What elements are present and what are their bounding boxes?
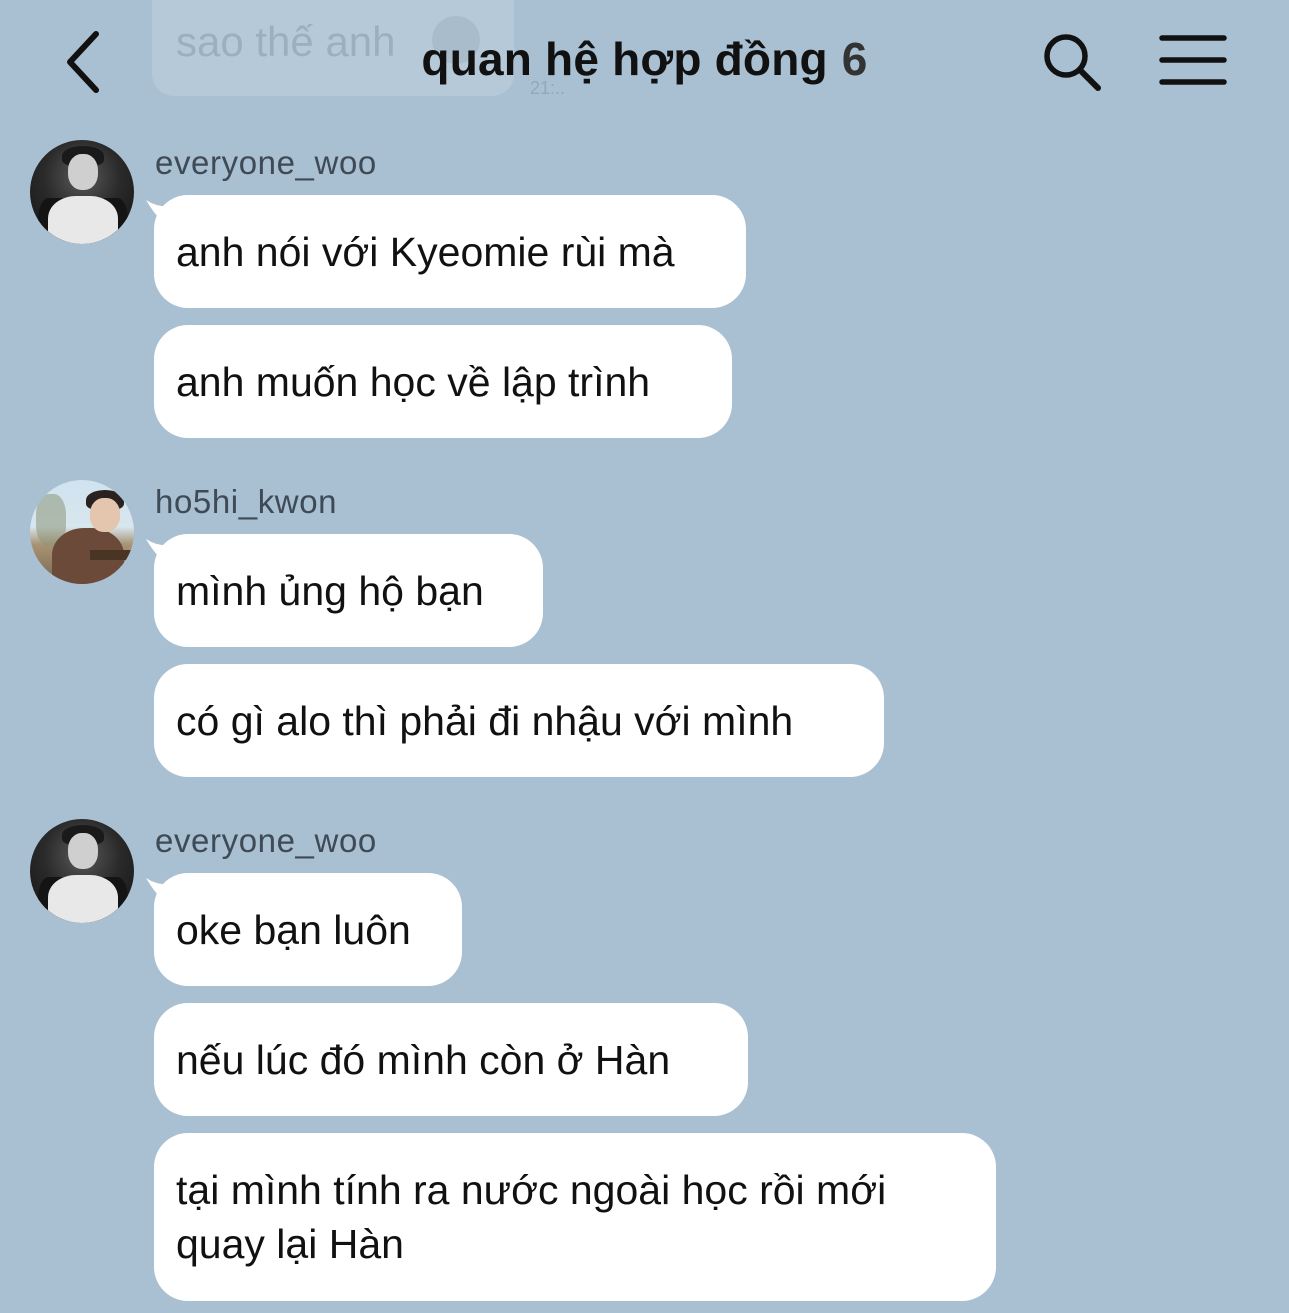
message-bubble[interactable]: anh nói với Kyeomie rùi mà [154,195,746,308]
avatar[interactable] [30,819,134,923]
sender-username[interactable]: everyone_woo [155,144,377,182]
avatar-shirt [48,875,118,923]
sender-username[interactable]: ho5hi_kwon [155,483,337,521]
avatar-face [90,498,120,532]
search-button[interactable] [1040,30,1104,94]
message-bubble[interactable]: oke bạn luôn [154,873,462,986]
member-count: 6 [841,33,868,85]
message-bubble[interactable]: mình ủng hộ bạn [154,534,543,647]
group-name: quan hệ hợp đồng [421,33,828,85]
avatar-face [68,833,98,869]
avatar-face [68,154,98,190]
avatar-bench [90,550,134,560]
message-bubble[interactable]: nếu lúc đó mình còn ở Hàn [154,1003,748,1116]
chat-header: sao thế anh 21:.. quan hệ hợp đồng 6 [0,0,1289,126]
message-bubble[interactable]: có gì alo thì phải đi nhậu với mình [154,664,884,777]
sender-username[interactable]: everyone_woo [155,822,377,860]
message-bubble[interactable]: anh muốn học về lập trình [154,325,732,438]
avatar[interactable] [30,480,134,584]
search-icon [1044,34,1101,91]
avatar-shirt [48,196,118,244]
message-bubble[interactable]: tại mình tính ra nước ngoài học rồi mới … [154,1133,996,1301]
avatar[interactable] [30,140,134,244]
menu-button[interactable] [1158,30,1228,92]
hamburger-menu-icon [1159,35,1227,85]
message-list[interactable]: everyone_woo anh nói với Kyeomie rùi mà … [0,0,1289,1313]
